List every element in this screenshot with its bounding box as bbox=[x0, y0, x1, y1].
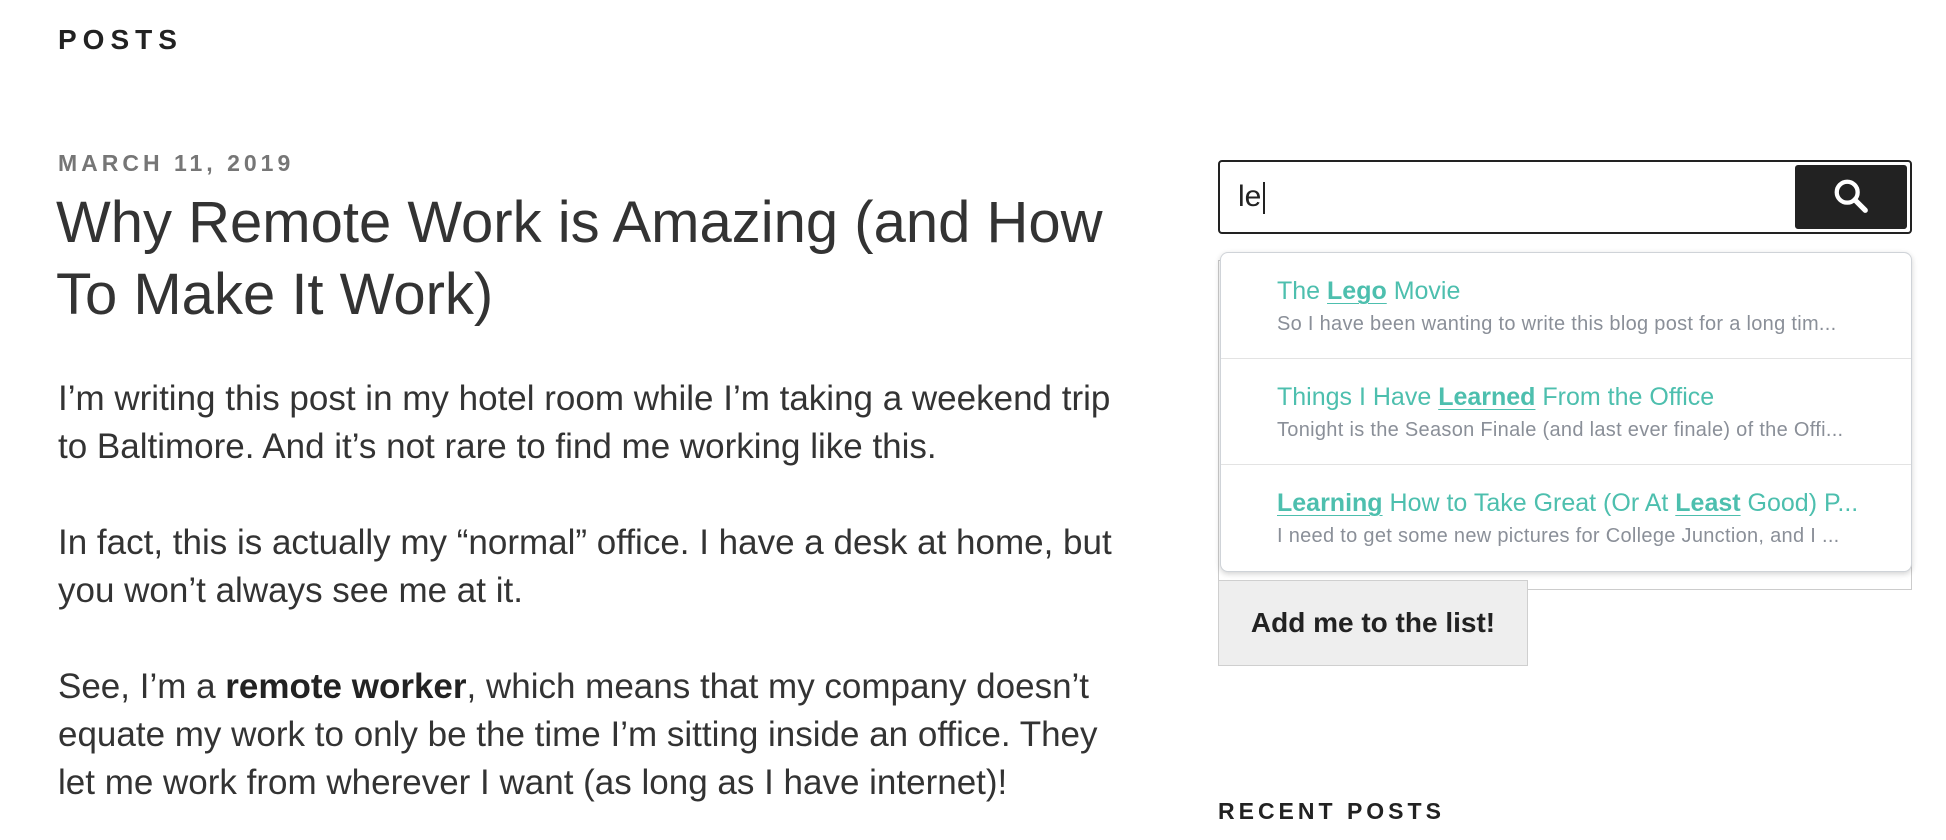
suggestion-match: Least bbox=[1675, 489, 1741, 517]
suggestion-title-text: Movie bbox=[1386, 277, 1461, 305]
search-form bbox=[1218, 160, 1912, 234]
suggestion-title: The Lego Movie bbox=[1277, 275, 1871, 307]
suggestion-match: Learned bbox=[1438, 383, 1536, 411]
suggestion-item[interactable]: Learning How to Take Great (Or At Least … bbox=[1221, 465, 1911, 571]
post-paragraph-1: I’m writing this post in my hotel room w… bbox=[58, 379, 1111, 466]
bold-text: remote worker bbox=[225, 667, 467, 706]
suggestion-title: Things I Have Learned From the Office bbox=[1277, 381, 1871, 413]
search-button[interactable] bbox=[1795, 165, 1907, 229]
post-article: MARCH 11, 2019 Why Remote Work is Amazin… bbox=[56, 150, 1118, 840]
post-paragraph-3: See, I’m a remote worker, which means th… bbox=[58, 663, 1118, 807]
suggestion-title: Learning How to Take Great (Or At Least … bbox=[1277, 487, 1871, 519]
paragraph-text: See, I’m a bbox=[58, 667, 226, 706]
suggestion-match: Learning bbox=[1277, 489, 1383, 517]
search-icon bbox=[1832, 177, 1870, 218]
post-paragraph-2: In fact, this is actually my “normal” of… bbox=[58, 523, 1112, 610]
post-date: MARCH 11, 2019 bbox=[58, 150, 295, 176]
recent-posts-heading: RECENT POSTS bbox=[1218, 798, 1445, 824]
suggestion-title-text: Good) P... bbox=[1740, 489, 1859, 517]
search-input[interactable] bbox=[1220, 162, 1790, 232]
text-caret bbox=[1263, 182, 1265, 214]
suggestion-excerpt: So I have been wanting to write this blo… bbox=[1277, 313, 1837, 335]
suggestion-item[interactable]: Things I Have Learned From the Office Ton… bbox=[1221, 359, 1911, 465]
suggestion-excerpt: I need to get some new pictures for Coll… bbox=[1277, 525, 1840, 547]
sidebar: The Lego Movie So I have been wanting to … bbox=[1218, 160, 1912, 824]
post-body: I’m writing this post in my hotel room w… bbox=[58, 375, 1118, 807]
suggestion-title-text: From the Office bbox=[1535, 383, 1715, 411]
post-title[interactable]: Why Remote Work is Amazing (and How To M… bbox=[56, 187, 1118, 331]
suggestion-item[interactable]: The Lego Movie So I have been wanting to … bbox=[1221, 253, 1911, 359]
suggestion-title-text: Things I Have bbox=[1277, 383, 1439, 411]
page: POSTS MARCH 11, 2019 Why Remote Work is … bbox=[0, 0, 1946, 840]
add-to-list-button[interactable]: Add me to the list! bbox=[1218, 580, 1528, 666]
suggestion-title-text: The bbox=[1277, 277, 1328, 305]
search-suggestions-dropdown: The Lego Movie So I have been wanting to … bbox=[1220, 252, 1912, 572]
suggestion-excerpt: Tonight is the Season Finale (and last e… bbox=[1277, 419, 1844, 441]
suggestion-match: Lego bbox=[1327, 277, 1387, 305]
suggestion-title-text: How to Take Great (Or At bbox=[1382, 489, 1676, 517]
posts-heading: POSTS bbox=[58, 24, 183, 55]
